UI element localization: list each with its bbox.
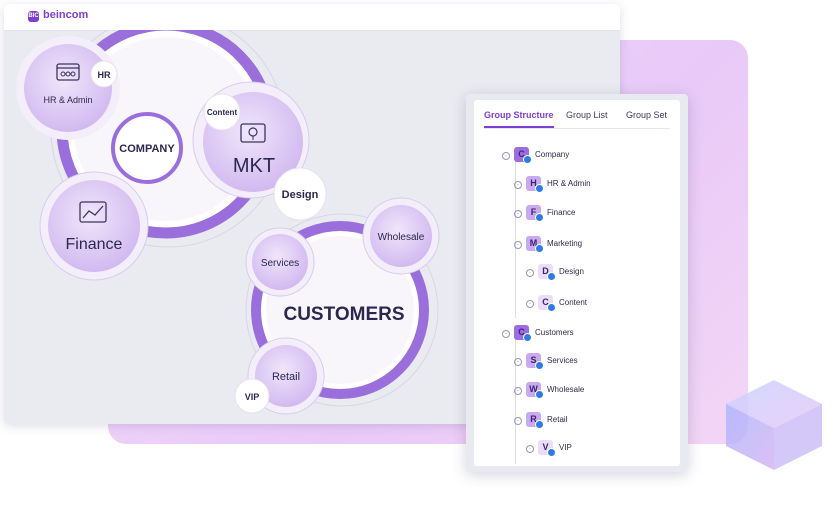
tree-item-label: Wholesale	[547, 385, 585, 394]
finance-node: Finance	[39, 171, 149, 281]
brand-name: beincom	[43, 9, 89, 21]
globe-badge-icon	[535, 244, 544, 253]
group-avatar: H	[526, 176, 544, 193]
company-node: COMPANY	[111, 112, 183, 184]
tree-item-label: VIP	[559, 443, 572, 452]
globe-badge-icon	[535, 390, 544, 399]
globe-badge-icon	[535, 213, 544, 222]
globe-badge-icon	[547, 303, 556, 312]
globe-badge-icon	[535, 361, 544, 370]
customers-label: CUSTOMERS	[283, 304, 404, 325]
retail-node: Retail VIP	[234, 337, 325, 415]
wholesale-node: Wholesale	[362, 197, 440, 275]
tree-item-label: HR & Admin	[547, 179, 591, 188]
collapse-toggle-icon[interactable]: -	[526, 445, 534, 453]
globe-badge-icon	[523, 333, 532, 342]
cube-decoration	[726, 380, 822, 470]
tree-item-label: Content	[559, 298, 588, 307]
collapse-toggle-icon[interactable]: -	[514, 210, 522, 218]
group-tree: - C Company - H HR & Admin - F Finance - M Marketin…	[474, 100, 680, 466]
group-avatar: D	[538, 264, 556, 281]
group-avatar: S	[526, 353, 544, 370]
tree-row[interactable]: - W Wholesale	[474, 382, 680, 403]
tree-row[interactable]: - R Retail	[474, 412, 680, 433]
finance-label: Finance	[66, 236, 123, 253]
hr-tag-label: HR	[98, 70, 111, 80]
globe-badge-icon	[523, 155, 532, 164]
tree-row[interactable]: - C Content	[474, 295, 680, 316]
group-avatar: R	[526, 412, 544, 429]
group-avatar: C	[514, 147, 532, 164]
services-label: Services	[261, 258, 299, 269]
design-label: Design	[282, 189, 319, 201]
beincom-logo-icon: BIC	[28, 11, 39, 22]
collapse-toggle-icon[interactable]: -	[526, 269, 534, 277]
tree-row[interactable]: - S Services	[474, 353, 680, 374]
hr-admin-node: HR & Admin HR	[16, 36, 120, 140]
tree-row[interactable]: - F Finance	[474, 205, 680, 226]
collapse-toggle-icon[interactable]: -	[502, 152, 510, 160]
collapse-toggle-icon[interactable]: -	[514, 358, 522, 366]
company-label: COMPANY	[119, 143, 175, 155]
group-avatar: C	[538, 295, 556, 312]
collapse-toggle-icon[interactable]: -	[526, 300, 534, 308]
collapse-toggle-icon[interactable]: -	[514, 387, 522, 395]
tree-row[interactable]: - C Company	[474, 147, 680, 168]
globe-badge-icon	[535, 184, 544, 193]
tree-row[interactable]: - H HR & Admin	[474, 176, 680, 197]
mkt-label: MKT	[233, 155, 275, 177]
tree-row[interactable]: - V VIP	[474, 440, 680, 461]
collapse-toggle-icon[interactable]: -	[502, 330, 510, 338]
group-avatar: M	[526, 236, 544, 253]
globe-badge-icon	[535, 420, 544, 429]
globe-badge-icon	[547, 272, 556, 281]
content-tag-label: Content	[207, 108, 238, 117]
group-structure-card: Group Structure Group List Group Set -CC…	[474, 100, 680, 466]
hr-admin-label: HR & Admin	[43, 95, 92, 105]
tree-item-label: Marketing	[547, 239, 583, 248]
collapse-toggle-icon[interactable]: -	[514, 417, 522, 425]
tree-item-label: Finance	[547, 208, 576, 217]
group-structure-panel: Group Structure Group List Group Set -CC…	[466, 94, 688, 472]
diagram-header: BIC beincom	[4, 4, 620, 31]
group-avatar: V	[538, 440, 556, 457]
wholesale-label: Wholesale	[378, 232, 425, 243]
tree-item-label: Services	[547, 356, 578, 365]
retail-label: Retail	[272, 371, 300, 383]
group-avatar: F	[526, 205, 544, 222]
collapse-toggle-icon[interactable]: -	[514, 181, 522, 189]
services-node: Services	[245, 227, 315, 297]
tree-item-label: Retail	[547, 415, 568, 424]
tree-row[interactable]: - D Design	[474, 264, 680, 285]
tree-item-label: Design	[559, 267, 584, 276]
vip-label: VIP	[245, 392, 260, 402]
group-avatar: C	[514, 325, 532, 342]
globe-badge-icon	[547, 448, 556, 457]
tree-item-label: Customers	[535, 328, 574, 337]
tree-row[interactable]: - M Marketing	[474, 236, 680, 257]
collapse-toggle-icon[interactable]: -	[514, 241, 522, 249]
customers-node: CUSTOMERS	[283, 304, 404, 325]
group-avatar: W	[526, 382, 544, 399]
tree-item-label: Company	[535, 150, 570, 159]
tree-row[interactable]: - C Customers	[474, 325, 680, 346]
